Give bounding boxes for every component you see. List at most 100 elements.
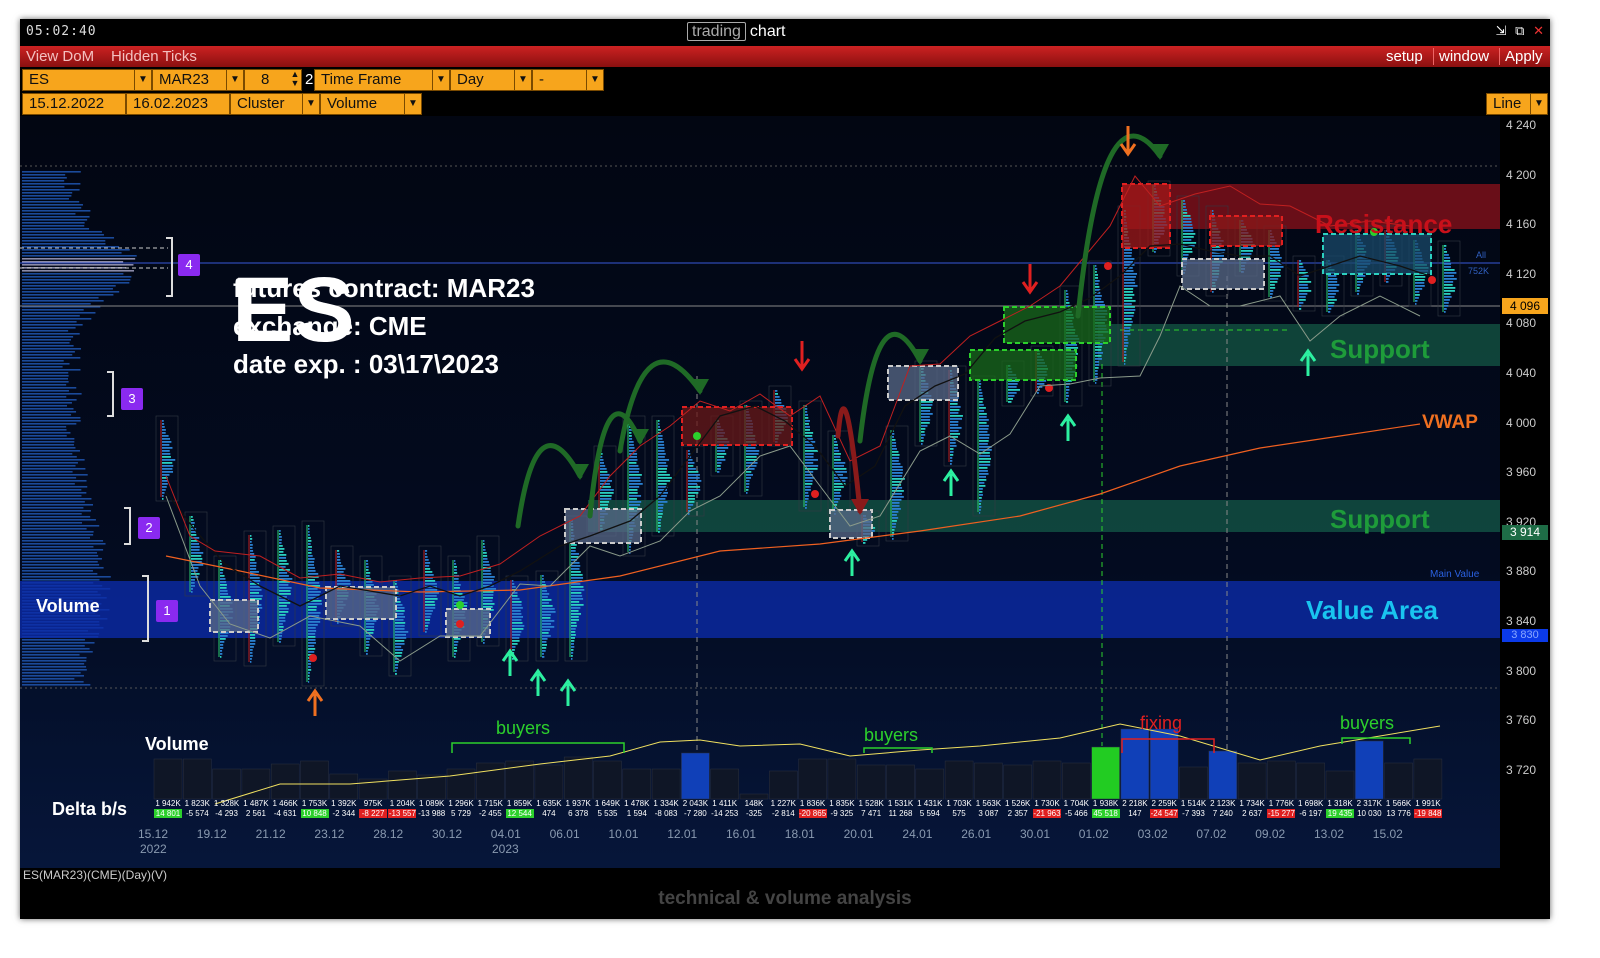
cluster-size-suffix: 2 [302, 69, 314, 91]
contract-select[interactable]: MAR23 ▼ [152, 69, 244, 91]
cluster-bar [250, 571, 259, 573]
cluster-bar [1095, 280, 1100, 282]
cluster-bar [805, 423, 809, 425]
cluster-bar [1124, 249, 1132, 251]
price-tick: 4 240 [1506, 118, 1536, 132]
extra-select[interactable]: - ▼ [532, 69, 604, 91]
cluster-bar [512, 643, 518, 645]
price-axis[interactable]: 4 240 4 200 4 160 4 120 4 080 4 040 4 000 3 960… [1500, 116, 1550, 868]
profile-bar [22, 225, 84, 227]
cluster-bar [483, 540, 484, 542]
cluster-bar [162, 492, 165, 494]
cluster-bar [688, 468, 696, 470]
cluster-bar [425, 619, 430, 621]
cluster-bar [279, 587, 292, 589]
cluster-bar [717, 459, 725, 461]
suffix-value: 2 [305, 71, 313, 88]
extra-value: - [539, 71, 544, 88]
date-tick: 21.12 [256, 827, 286, 841]
profile-bar [22, 246, 119, 248]
cluster-bar [308, 555, 313, 557]
menu-hidden-ticks[interactable]: Hidden Ticks [111, 48, 197, 65]
cluster-bar [395, 673, 397, 675]
support-mid-label: Support [1330, 504, 1430, 535]
menu-apply[interactable]: Apply [1499, 48, 1543, 65]
cluster-bar [688, 459, 693, 461]
restore-icon[interactable]: ⧉ [1515, 23, 1524, 38]
menu-setup[interactable]: setup [1386, 48, 1423, 65]
support-top-label: Support [1330, 334, 1430, 365]
cluster-bar [395, 634, 406, 636]
cluster-bar [805, 492, 808, 494]
cluster-bar [1415, 282, 1424, 284]
cluster-bar [571, 619, 579, 621]
cluster-bar [746, 471, 751, 473]
cluster-bar [629, 546, 631, 548]
cluster-bar [571, 604, 584, 606]
chart-drawing [20, 116, 1500, 868]
date-from-field[interactable]: 15.12.2022 [22, 93, 126, 115]
date-tick: 07.02 [1196, 827, 1226, 841]
cluster-bar [1095, 271, 1097, 273]
close-icon[interactable]: ✕ [1533, 23, 1544, 38]
cluster-bar [1095, 286, 1099, 288]
cluster-bar [805, 462, 813, 464]
cluster-bar [834, 474, 843, 476]
line-mode-select[interactable]: Line ▼ [1486, 93, 1548, 115]
volume-value: 1 411K [711, 799, 739, 808]
cluster-bar [308, 609, 316, 611]
cluster-bar [921, 434, 925, 436]
chart-plot-area[interactable]: ES futures contract: MAR23 exchange: CME… [20, 116, 1500, 868]
profile-bar [22, 273, 123, 275]
cluster-bar [191, 585, 195, 587]
minimize-icon[interactable]: ⇲ [1496, 23, 1507, 38]
cluster-mode-select[interactable]: Volume ▼ [320, 93, 422, 115]
cluster-size-stepper[interactable]: 8 ▲ ▼ [244, 69, 302, 91]
cluster-bar [1124, 330, 1130, 332]
cluster-bar [571, 607, 580, 609]
cluster-bar [1095, 295, 1102, 297]
menu-view-dom[interactable]: View DoM [26, 48, 94, 65]
chart-type-select[interactable]: Cluster ▼ [230, 93, 320, 115]
cluster-bar [162, 456, 171, 458]
volume-bar [828, 759, 856, 799]
cluster-bar [250, 538, 252, 540]
profile-bar [22, 291, 119, 293]
volume-value: 1 531K [887, 799, 915, 808]
cluster-bar [1444, 245, 1446, 247]
cluster-bar [892, 457, 899, 459]
cluster-bar [483, 561, 489, 563]
cluster-bar [512, 595, 518, 597]
volume-value: 1 649K [594, 799, 622, 808]
date-to-field[interactable]: 16.02.2023 [126, 93, 230, 115]
period-select[interactable]: Day ▼ [450, 69, 532, 91]
cluster-bar [308, 672, 310, 674]
cluster-bar [629, 483, 643, 485]
cluster-bar [1037, 392, 1039, 394]
all-volume-label: 752K [1468, 266, 1489, 276]
chevron-down-icon: ▼ [1530, 94, 1547, 114]
cluster-bar [454, 572, 457, 574]
delta-value: 7 471 [857, 809, 885, 818]
profile-bar [22, 495, 81, 497]
cluster-bar [979, 401, 983, 403]
cluster-bar [805, 447, 814, 449]
volume-value: 975K [359, 799, 387, 808]
range-bracket [166, 238, 172, 296]
cluster-bar [1183, 200, 1185, 202]
symbol-select[interactable]: ES ▼ [22, 69, 152, 91]
menu-window[interactable]: window [1433, 48, 1489, 65]
volume-value: 2 218K [1121, 799, 1149, 808]
cluster-bar [308, 618, 320, 620]
cluster-bar [1328, 311, 1330, 313]
cluster-bar [1124, 303, 1132, 305]
cluster-bar [1270, 293, 1273, 295]
profile-bar [22, 369, 80, 371]
clock: 05:02:40 [26, 24, 97, 39]
delta-value: -4 631 [271, 809, 299, 818]
profile-bar [22, 417, 80, 419]
cluster-bar [1299, 299, 1306, 301]
timeframe-select[interactable]: Time Frame ▼ [314, 69, 450, 91]
cluster-bar [1066, 347, 1078, 349]
profile-bar [22, 513, 82, 515]
